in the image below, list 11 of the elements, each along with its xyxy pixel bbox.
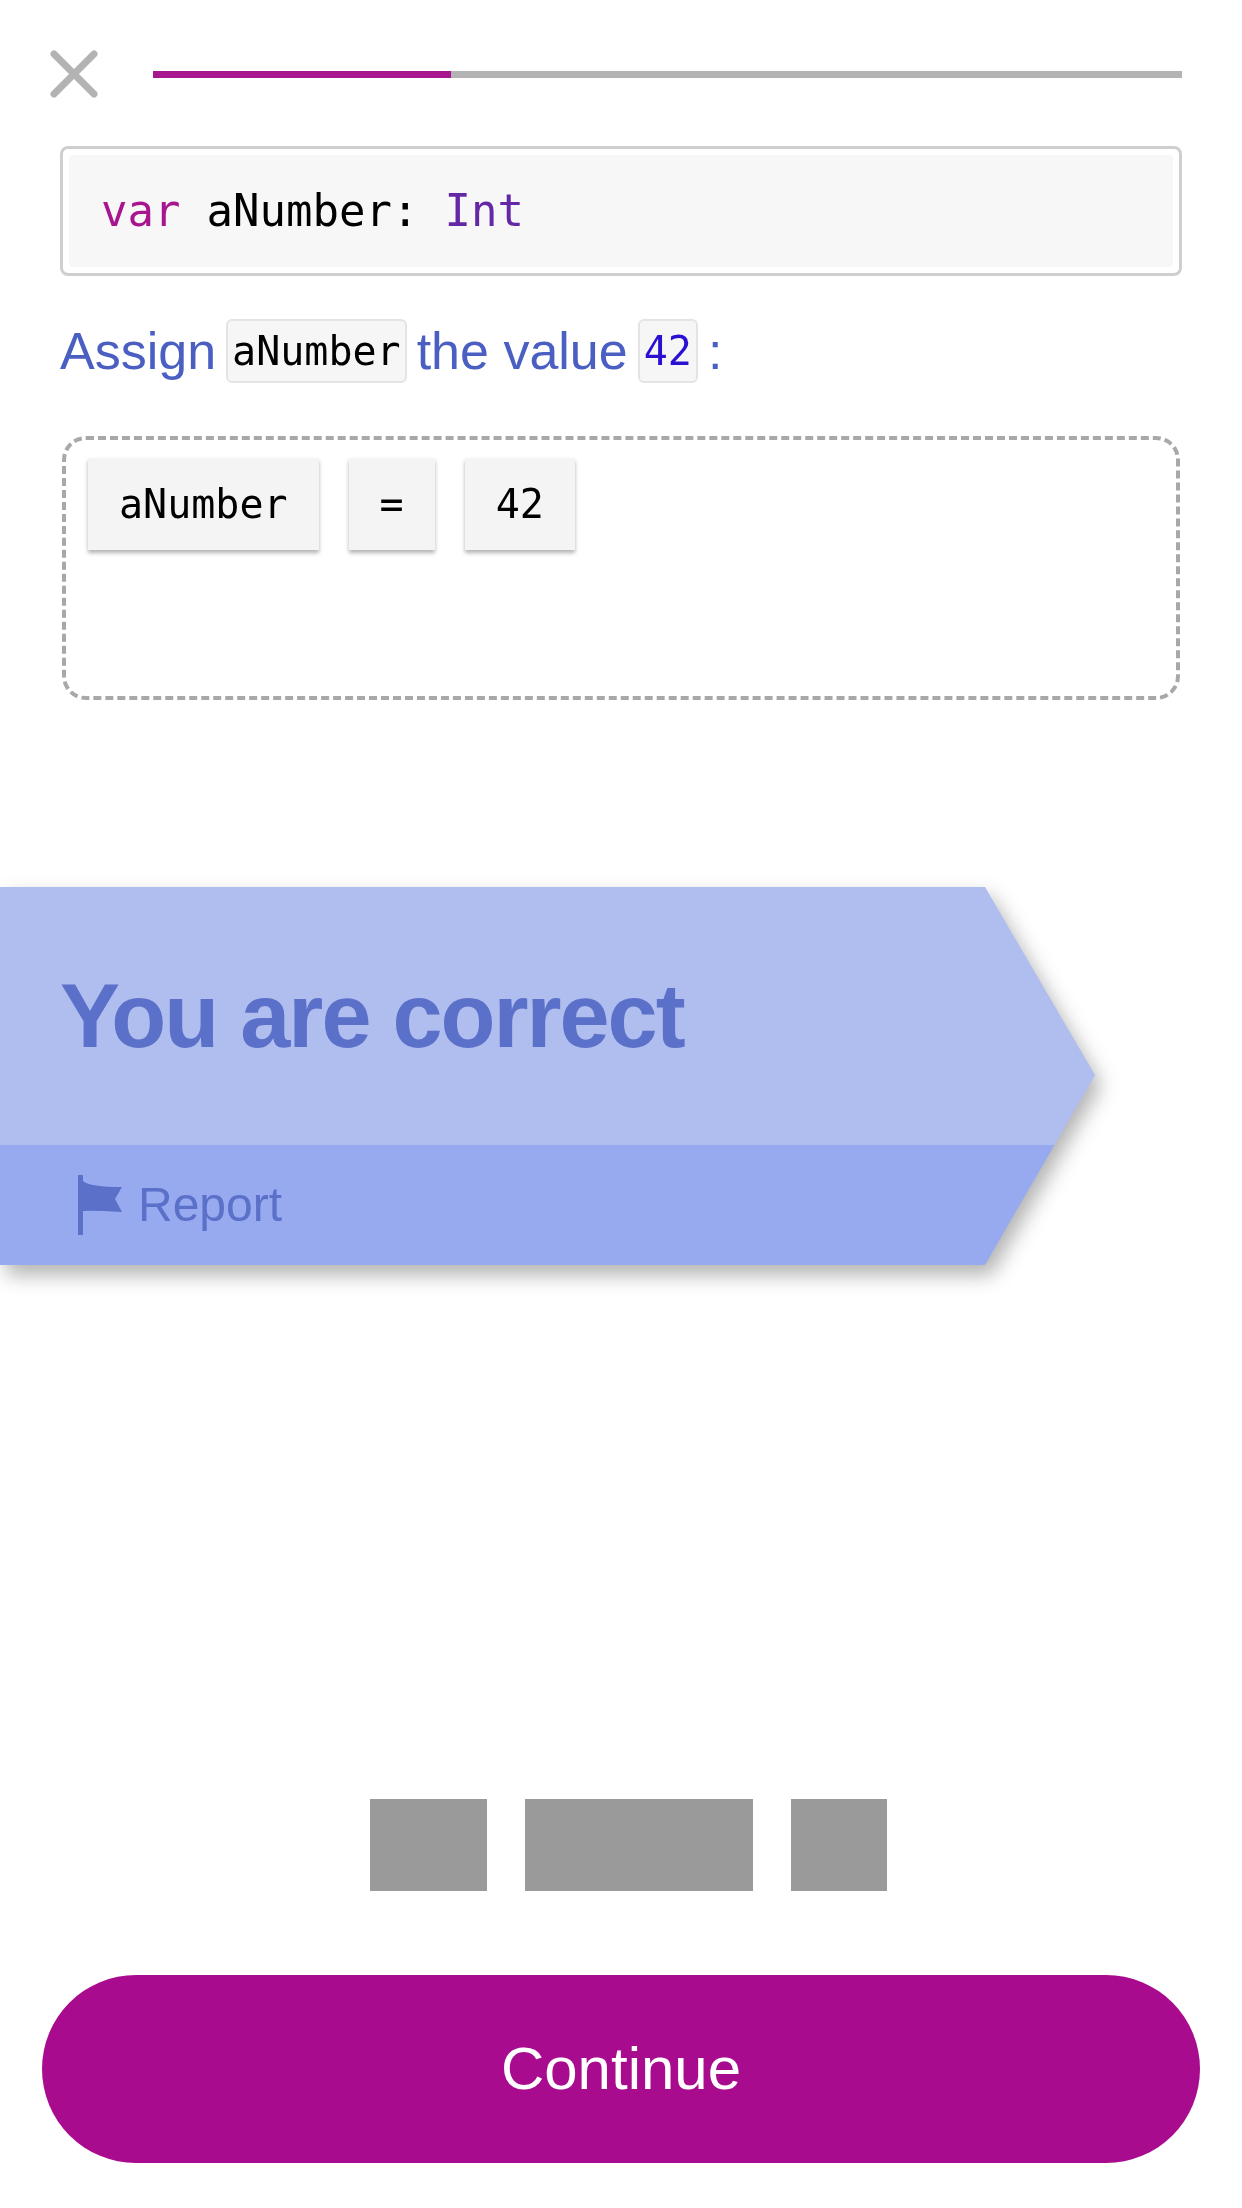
- feedback-title: You are correct: [60, 964, 684, 1068]
- code-token: var: [101, 184, 181, 238]
- code-token: aNumber:: [206, 184, 419, 238]
- code-token: Int: [444, 184, 524, 238]
- code-tile[interactable]: 42: [464, 458, 575, 550]
- close-icon[interactable]: [48, 48, 100, 100]
- instruction-text: Assign aNumber the value 42 :: [60, 312, 1182, 390]
- code-tile[interactable]: aNumber: [88, 458, 319, 550]
- continue-button[interactable]: Continue: [42, 1975, 1200, 2163]
- flag-icon: [78, 1175, 124, 1235]
- code-tile[interactable]: =: [348, 458, 435, 550]
